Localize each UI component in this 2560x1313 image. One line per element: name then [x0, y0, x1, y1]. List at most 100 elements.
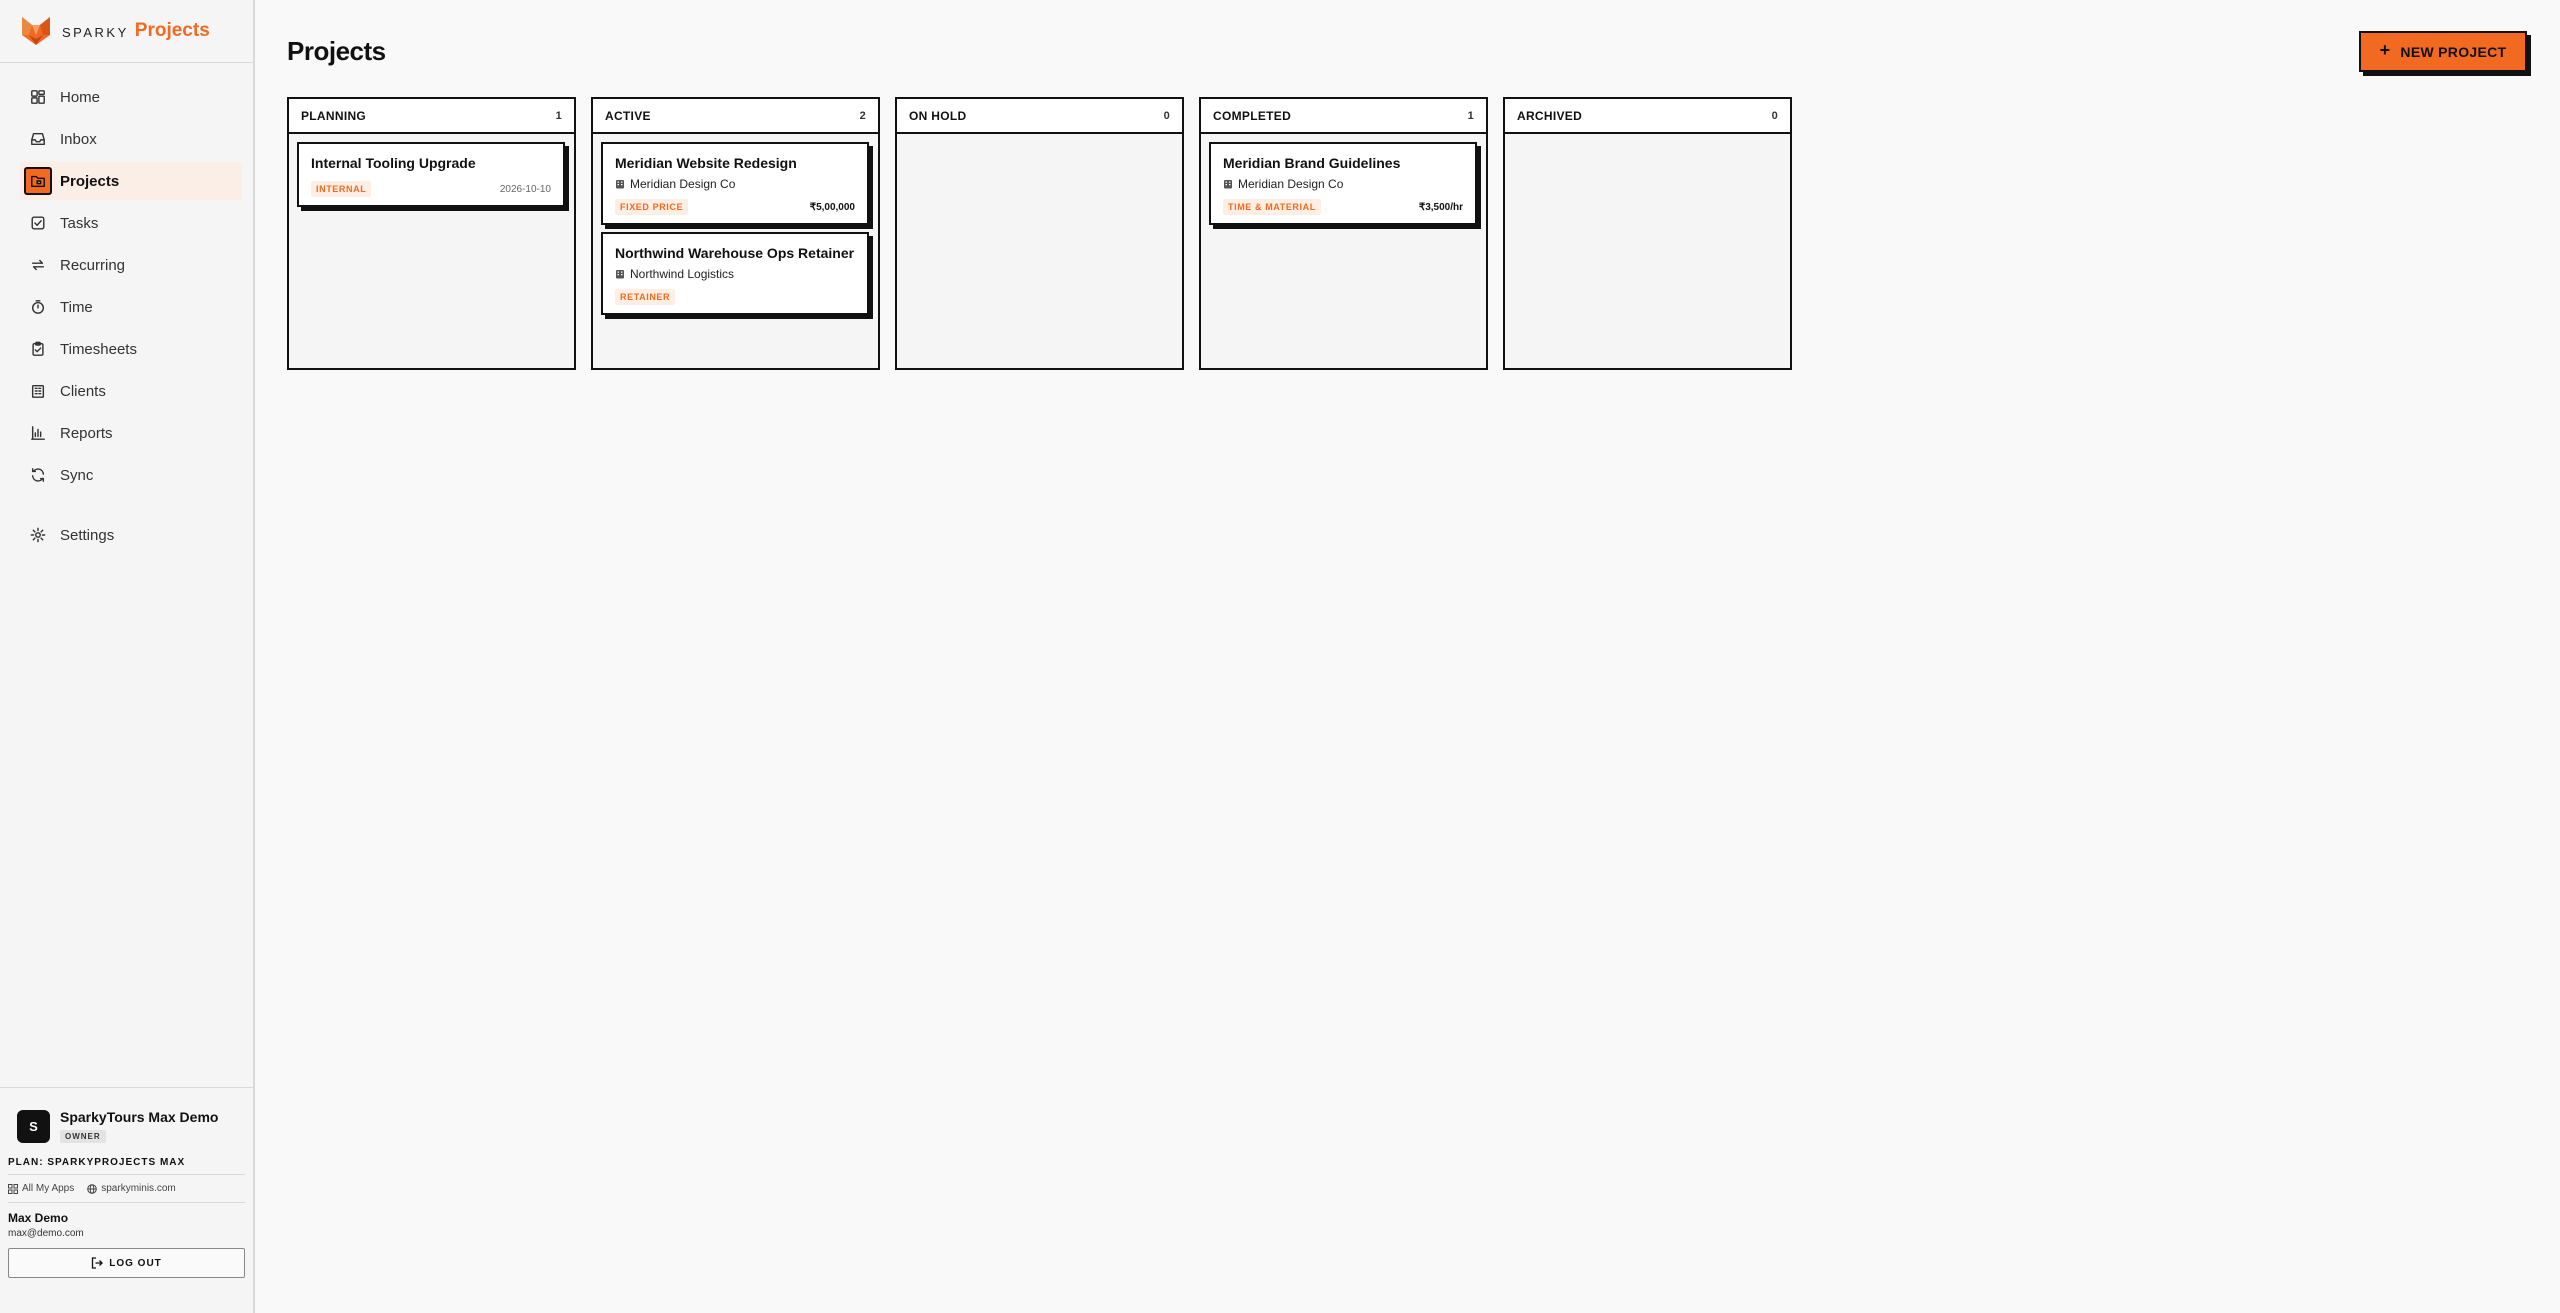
card-footer: RETAINER [615, 289, 855, 305]
sidebar-item-label: Recurring [60, 256, 126, 274]
logout-label: LOG OUT [109, 1257, 162, 1269]
client-row: Meridian Design Co [615, 177, 855, 191]
org-name: SparkyTours Max Demo [60, 1109, 219, 1125]
project-card[interactable]: Meridian Website Redesign Meridian Design… [601, 142, 869, 225]
gear-icon [28, 525, 48, 545]
project-title: Internal Tooling Upgrade [311, 155, 476, 171]
project-budget: ₹3,500/hr [1418, 201, 1463, 213]
bar-chart-icon [28, 423, 48, 443]
inbox-icon [28, 129, 48, 149]
project-card[interactable]: Northwind Warehouse Ops Retainer Northwin… [601, 232, 869, 315]
column-count: 1 [555, 109, 562, 122]
dashboard-icon [28, 87, 48, 107]
project-card[interactable]: Internal Tooling Upgrade INTERNAL 2026-10-… [297, 142, 565, 207]
card-list [897, 134, 1182, 142]
brand[interactable]: SPARKY Projects [0, 0, 253, 63]
sidebar-item-label: Inbox [60, 130, 97, 148]
sidebar-item-label: Sync [60, 466, 94, 484]
billing-tag: TIME & MATERIAL [1223, 199, 1321, 215]
building-icon [616, 180, 624, 189]
column-title: COMPLETED [1213, 108, 1292, 123]
sidebar-item-label: Tasks [60, 214, 99, 232]
folder-icon [24, 167, 52, 195]
sidebar-item-projects[interactable]: Projects [20, 162, 242, 200]
role-badge: OWNER [60, 1130, 106, 1143]
card-list: Meridian Website Redesign Meridian Design… [593, 134, 878, 315]
footer-links: All My Apps sparkyminis.com [8, 1175, 245, 1203]
column-active: ACTIVE 2 Meridian Website Redesign Meridian… [591, 97, 880, 370]
client-name: Meridian Design Co [630, 177, 736, 191]
client-row: Meridian Design Co [1223, 177, 1463, 191]
column-header: COMPLETED 1 [1201, 99, 1486, 134]
column-planning: PLANNING 1 Internal Tooling Upgrade INTERNA… [287, 97, 576, 370]
column-title: ON HOLD [909, 108, 967, 123]
sidebar-item-settings[interactable]: Settings [20, 516, 242, 554]
user-name: Max Demo [8, 1211, 69, 1225]
logout-icon [92, 1257, 104, 1269]
project-title: Meridian Brand Guidelines [1223, 155, 1401, 171]
billing-tag: RETAINER [615, 289, 676, 305]
sidebar-footer: S SparkyTours Max Demo OWNER PLAN: SPARK… [0, 1087, 253, 1278]
sync-icon [28, 465, 48, 485]
column-count: 1 [1467, 109, 1474, 122]
project-budget: ₹5,00,000 [809, 201, 855, 213]
card-list: Meridian Brand Guidelines Meridian Design… [1201, 134, 1486, 225]
sidebar-item-label: Reports [60, 424, 113, 442]
kanban-board: PLANNING 1 Internal Tooling Upgrade INTERNA… [287, 97, 1807, 370]
building-icon [1224, 180, 1232, 189]
plan-label: PLAN: SPARKYPROJECTS MAX [8, 1157, 245, 1175]
brand-name: Projects [134, 20, 210, 41]
new-project-label: NEW PROJECT [2400, 43, 2507, 60]
sidebar-item-time[interactable]: Time [20, 288, 242, 326]
building-icon [28, 381, 48, 401]
logout-button[interactable]: LOG OUT [8, 1248, 245, 1278]
sidebar-item-sync[interactable]: Sync [20, 456, 242, 494]
sidebar-item-timesheets[interactable]: Timesheets [20, 330, 242, 368]
billing-tag: FIXED PRICE [615, 199, 689, 215]
client-row: Northwind Logistics [615, 267, 855, 281]
site-label: sparkyminis.com [101, 1183, 176, 1194]
user-email: max@demo.com [8, 1228, 84, 1239]
sidebar-item-recurring[interactable]: Recurring [20, 246, 242, 284]
fox-logo-icon [20, 15, 52, 47]
plus-icon: + [2379, 40, 2391, 60]
column-header: ON HOLD 0 [897, 99, 1182, 134]
card-footer: INTERNAL 2026-10-10 [311, 181, 551, 197]
sidebar-item-label: Home [60, 88, 101, 106]
column-header: PLANNING 1 [289, 99, 574, 134]
org-avatar: S [17, 1110, 50, 1143]
column-count: 2 [859, 109, 866, 122]
card-list: Internal Tooling Upgrade INTERNAL 2026-10-… [289, 134, 574, 207]
project-title: Meridian Website Redesign [615, 155, 797, 171]
org-switcher[interactable]: S SparkyTours Max Demo OWNER [8, 1109, 245, 1144]
column-completed: COMPLETED 1 Meridian Brand Guidelines Merid… [1199, 97, 1488, 370]
main-nav: Home Inbox Projects Tasks Recurring Time Times… [20, 78, 242, 558]
column-title: PLANNING [301, 108, 367, 123]
new-project-button[interactable]: + NEW PROJECT [2359, 31, 2527, 72]
column-count: 0 [1771, 109, 1778, 122]
project-card[interactable]: Meridian Brand Guidelines Meridian Design… [1209, 142, 1477, 225]
all-apps-link[interactable]: All My Apps [8, 1183, 74, 1194]
grid-icon [8, 1183, 18, 1194]
billing-tag: INTERNAL [311, 181, 372, 197]
card-footer: TIME & MATERIAL ₹3,500/hr [1223, 199, 1463, 215]
sidebar-item-reports[interactable]: Reports [20, 414, 242, 452]
column-on-hold: ON HOLD 0 [895, 97, 1184, 370]
repeat-icon [28, 255, 48, 275]
client-name: Northwind Logistics [630, 267, 735, 281]
sidebar-item-label: Time [60, 298, 93, 316]
column-header: ARCHIVED 0 [1505, 99, 1790, 134]
building-icon [616, 270, 624, 279]
checkbox-icon [28, 213, 48, 233]
site-link[interactable]: sparkyminis.com [87, 1183, 176, 1194]
sidebar-item-inbox[interactable]: Inbox [20, 120, 242, 158]
card-list [1505, 134, 1790, 142]
all-apps-label: All My Apps [22, 1183, 75, 1194]
sidebar-item-label: Timesheets [60, 340, 137, 358]
column-archived: ARCHIVED 0 [1503, 97, 1792, 370]
sidebar-item-tasks[interactable]: Tasks [20, 204, 242, 242]
sidebar-item-home[interactable]: Home [20, 78, 242, 116]
sidebar-item-clients[interactable]: Clients [20, 372, 242, 410]
project-due-date: 2026-10-10 [499, 183, 551, 195]
